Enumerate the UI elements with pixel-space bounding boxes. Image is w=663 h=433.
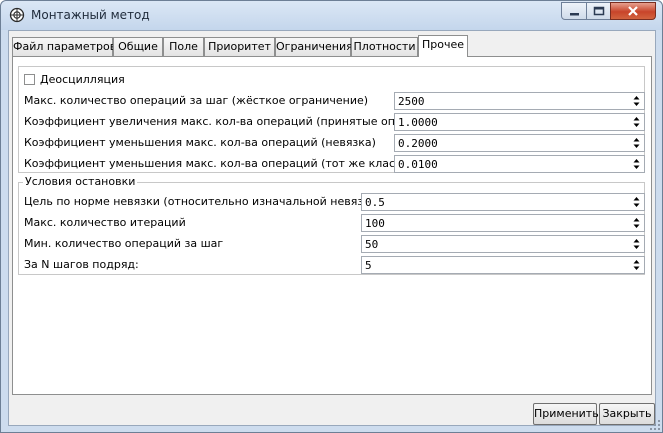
decrease-residual-spinner[interactable] [630,136,643,150]
maximize-button[interactable] [586,2,611,20]
spin-down-icon[interactable] [630,244,643,251]
max-ops-spinbox[interactable]: 2500 [394,92,645,110]
close-button[interactable]: Закрыть [599,403,655,425]
gear-app-icon [9,7,25,23]
decrease-class-spinner[interactable] [630,157,643,171]
n-steps-spinbox[interactable]: 5 [361,256,645,274]
max-ops-spinner[interactable] [630,94,643,108]
tab-general[interactable]: Общие [113,37,163,56]
spin-up-icon[interactable] [630,94,643,101]
spin-up-icon[interactable] [630,258,643,265]
stop-label-min-ops: Мин. количество операций за шаг [24,237,224,250]
close-window-button[interactable] [610,2,656,20]
min-ops-spinbox[interactable]: 50 [361,235,645,253]
spin-down-icon[interactable] [630,143,643,150]
app-window: Монтажный метод Файл параметров Общие По… [0,0,663,433]
decrease-class-spinbox[interactable]: 0.0100 [394,155,645,173]
spin-down-icon[interactable] [630,164,643,171]
max-iterations-spinner[interactable] [630,216,643,230]
tab-priority[interactable]: Приоритет [204,37,275,56]
min-ops-value: 50 [365,238,379,251]
max-iterations-spinbox[interactable]: 100 [361,214,645,232]
residual-target-spinbox[interactable]: 0.5 [361,193,645,211]
iteration-group: Деосцилляция Макс. количество операций з… [18,66,645,173]
increase-coef-value: 1.0000 [398,116,438,129]
spin-up-icon[interactable] [630,195,643,202]
spin-up-icon[interactable] [630,157,643,164]
spin-up-icon[interactable] [630,216,643,223]
client-area: Файл параметров Общие Поле Приоритет Огр… [8,30,656,426]
window-title: Монтажный метод [31,8,150,22]
tab-panel-other: Деосцилляция Макс. количество операций з… [12,56,652,395]
tab-other[interactable]: Прочее [418,35,468,57]
spin-down-icon[interactable] [630,101,643,108]
resize-grip-icon[interactable] [650,420,661,431]
maximize-icon [593,6,605,16]
tab-field[interactable]: Поле [163,37,204,56]
residual-target-spinner[interactable] [630,195,643,209]
decrease-residual-spinbox[interactable]: 0.2000 [394,134,645,152]
spin-up-icon[interactable] [630,136,643,143]
stop-conditions-title: Условия остановки [23,175,138,188]
decrease-class-value: 0.0100 [398,158,438,171]
n-steps-spinner[interactable] [630,258,643,272]
apply-button[interactable]: Применить [533,403,599,425]
spin-up-icon[interactable] [630,115,643,122]
deoscillation-checkbox[interactable] [24,74,35,85]
tab-densities[interactable]: Плотности [351,37,418,56]
decrease-residual-value: 0.2000 [398,137,438,150]
increase-coef-spinbox[interactable]: 1.0000 [394,113,645,131]
setting-label-decrease-class: Коэффициент уменьшения макс. кол-ва опер… [24,157,406,170]
spin-down-icon[interactable] [630,265,643,272]
deoscillation-label: Деосцилляция [40,73,125,86]
setting-label-decrease-residual: Коэффициент уменьшения макс. кол-ва опер… [24,136,376,149]
spin-down-icon[interactable] [630,223,643,230]
increase-coef-spinner[interactable] [630,115,643,129]
tab-restrictions[interactable]: Ограничения [275,37,353,56]
minimize-button[interactable] [561,2,587,20]
setting-label-max-ops: Макс. количество операций за шаг (жёстко… [24,94,369,107]
max-iterations-value: 100 [365,217,385,230]
min-ops-spinner[interactable] [630,237,643,251]
residual-target-value: 0.5 [365,196,385,209]
spin-down-icon[interactable] [630,122,643,129]
max-ops-value: 2500 [398,95,425,108]
stop-label-max-iterations: Макс. количество итераций [24,216,186,229]
title-bar[interactable]: Монтажный метод [1,1,662,30]
setting-label-increase-coef: Коэффициент увеличения макс. кол-ва опер… [24,115,442,128]
spin-down-icon[interactable] [630,202,643,209]
spin-up-icon[interactable] [630,237,643,244]
minimize-icon [570,13,579,16]
tab-parameter-file[interactable]: Файл параметров [12,37,116,56]
stop-label-n-steps: За N шагов подряд: [24,258,139,271]
close-icon [628,6,638,16]
n-steps-value: 5 [365,259,372,272]
stop-label-residual-target: Цель по норме невязки (относительно изна… [24,195,399,208]
stop-conditions-group: Условия остановки Цель по норме невязки … [18,175,645,275]
